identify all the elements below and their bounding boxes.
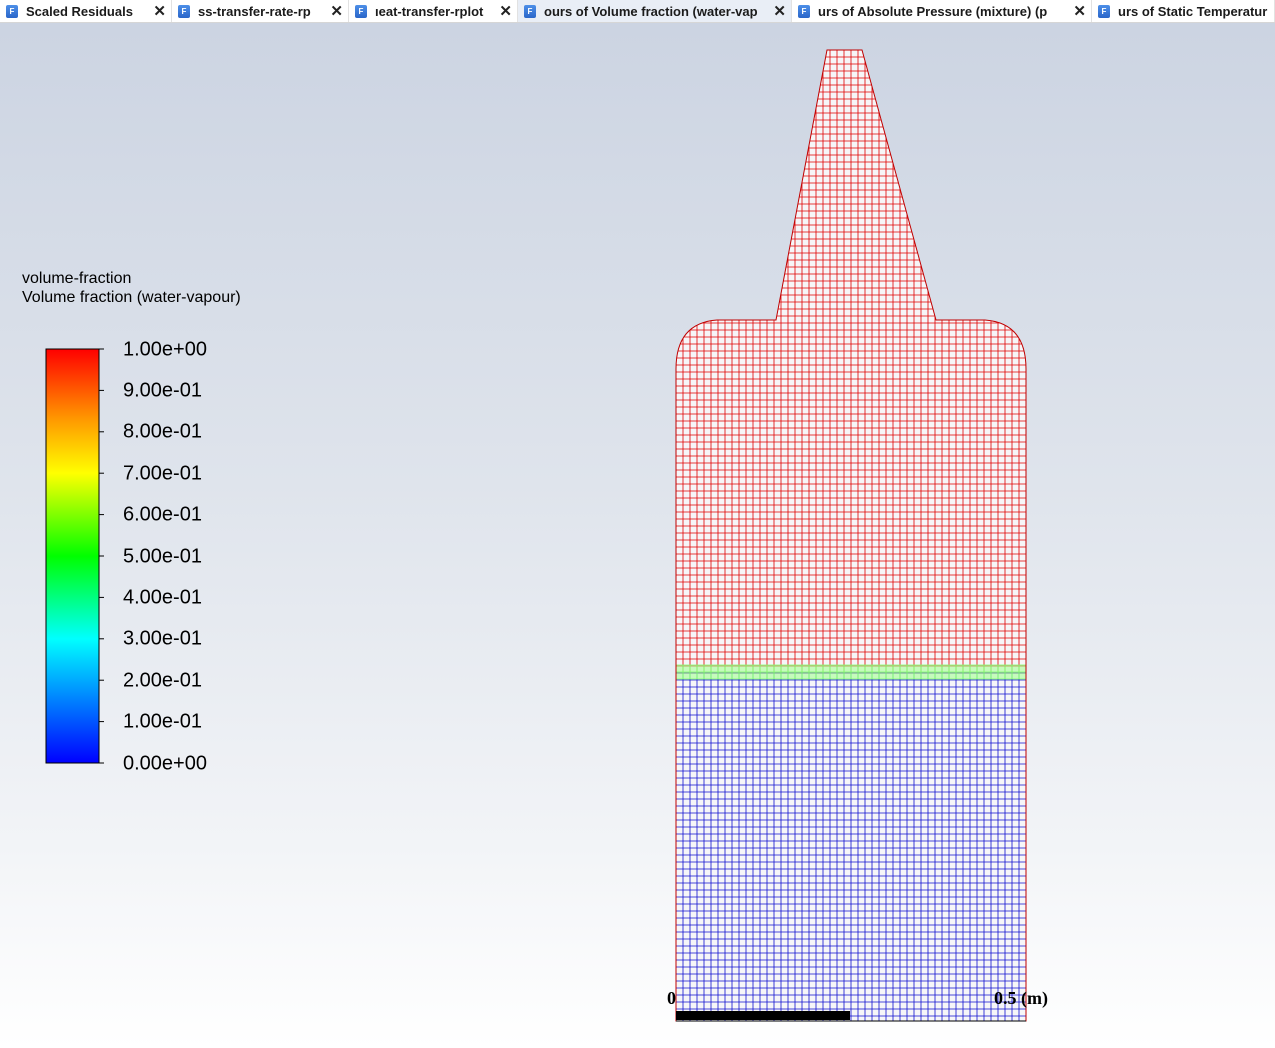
scale-bar xyxy=(676,1011,850,1020)
close-icon[interactable]: ✕ xyxy=(153,4,166,19)
fluent-window-icon: F xyxy=(178,4,190,18)
scale-end-label: 0.5 (m) xyxy=(994,988,1048,1008)
tab-contours-static-temperature[interactable]: F urs of Static Temperatur xyxy=(1092,0,1275,22)
contour-mesh-plot[interactable] xyxy=(0,23,1275,1048)
close-icon[interactable]: ✕ xyxy=(1073,4,1086,19)
tab-label: ours of Volume fraction (water-vap xyxy=(544,3,758,19)
tab-label: ss-transfer-rate-rp xyxy=(198,3,311,19)
fluent-window-icon: F xyxy=(355,4,367,18)
tab-label: urs of Absolute Pressure (mixture) (p xyxy=(818,3,1048,19)
tab-contours-volume-fraction[interactable]: F ours of Volume fraction (water-vap ✕ xyxy=(518,0,792,22)
close-icon[interactable]: ✕ xyxy=(773,4,786,19)
fluent-window-icon: F xyxy=(6,4,18,18)
tab-label: urs of Static Temperatur xyxy=(1118,3,1268,19)
graphics-viewport[interactable]: volume-fraction Volume fraction (water-v… xyxy=(0,23,1275,1048)
tab-heat-transfer-rplot[interactable]: F ıeat-transfer-rplot ✕ xyxy=(349,0,518,22)
tab-label: ıeat-transfer-rplot xyxy=(375,3,484,19)
scale-start-label: 0 xyxy=(667,988,676,1008)
tab-bar: F Scaled Residuals ✕ F ss-transfer-rate-… xyxy=(0,0,1275,23)
close-icon[interactable]: ✕ xyxy=(499,4,512,19)
tab-label: Scaled Residuals xyxy=(26,3,133,19)
fluent-window-icon: F xyxy=(524,4,536,18)
fluent-window-icon: F xyxy=(1098,4,1110,18)
tab-contours-absolute-pressure[interactable]: F urs of Absolute Pressure (mixture) (p … xyxy=(792,0,1092,22)
tab-mass-transfer-rate[interactable]: F ss-transfer-rate-rp ✕ xyxy=(172,0,349,22)
tab-scaled-residuals[interactable]: F Scaled Residuals ✕ xyxy=(0,0,172,22)
close-icon[interactable]: ✕ xyxy=(330,4,343,19)
fluent-window-icon: F xyxy=(798,4,810,18)
